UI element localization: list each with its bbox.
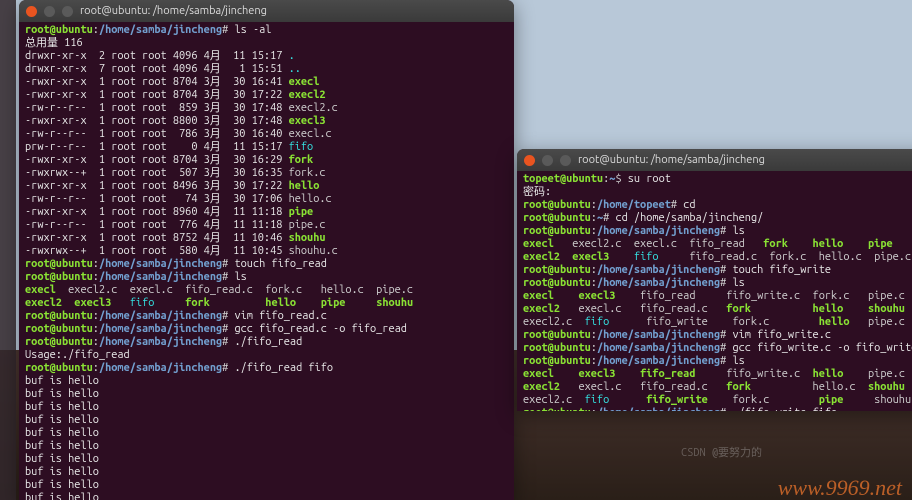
window-title-1: root@ubuntu: /home/samba/jincheng [80, 5, 267, 18]
titlebar-2[interactable]: root@ubuntu: /home/samba/jincheng [517, 149, 912, 171]
watermark-csdn: CSDN @要努力的 [681, 447, 762, 460]
maximize-icon[interactable] [560, 155, 571, 166]
watermark-9969: www.9969.net [778, 481, 902, 494]
minimize-icon[interactable] [542, 155, 553, 166]
maximize-icon[interactable] [62, 6, 73, 17]
terminal-window-2: root@ubuntu: /home/samba/jincheng topeet… [517, 149, 912, 411]
window-title-2: root@ubuntu: /home/samba/jincheng [578, 154, 765, 167]
terminal-window-1: root@ubuntu: /home/samba/jincheng root@u… [19, 0, 514, 500]
unity-launcher-dock[interactable] [0, 0, 16, 500]
close-icon[interactable] [26, 6, 37, 17]
titlebar-1[interactable]: root@ubuntu: /home/samba/jincheng [19, 0, 514, 22]
terminal-output-1[interactable]: root@ubuntu:/home/samba/jincheng# ls -al… [19, 22, 514, 500]
minimize-icon[interactable] [44, 6, 55, 17]
close-icon[interactable] [524, 155, 535, 166]
terminal-output-2[interactable]: topeet@ubuntu:~$ su root 密码: root@ubuntu… [517, 171, 912, 411]
